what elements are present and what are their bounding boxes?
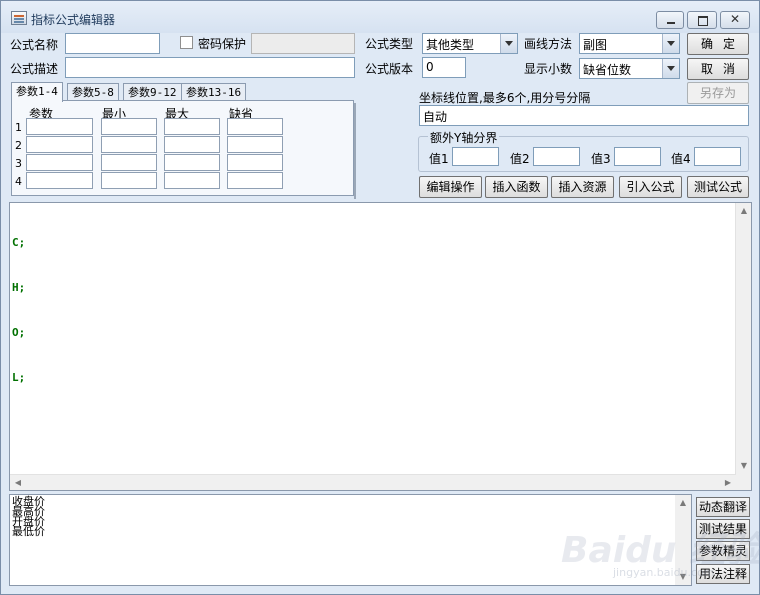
cancel-button-label: 取消 bbox=[700, 62, 745, 76]
edit-operation-button[interactable]: 编辑操作 bbox=[419, 176, 482, 198]
app-icon bbox=[11, 11, 27, 25]
chevron-down-icon[interactable] bbox=[500, 34, 517, 53]
draw-method-value: 副图 bbox=[583, 38, 608, 52]
maximize-button[interactable] bbox=[687, 11, 717, 29]
formula-version-label: 公式版本 bbox=[365, 62, 414, 76]
y-value-4-input[interactable] bbox=[694, 147, 741, 166]
axis-position-input[interactable]: 自动 bbox=[419, 105, 749, 126]
ok-button-label: 确定 bbox=[700, 37, 745, 51]
scroll-down-icon[interactable]: ▼ bbox=[675, 569, 691, 585]
formula-version-input[interactable]: 0 bbox=[422, 57, 466, 78]
decimal-select[interactable]: 缺省位数 bbox=[579, 58, 680, 79]
insert-function-button[interactable]: 插入函数 bbox=[485, 176, 548, 198]
scroll-left-icon[interactable]: ◀ bbox=[10, 475, 26, 491]
editor-horizontal-scrollbar[interactable]: ◀ ▶ bbox=[10, 474, 736, 490]
param-wizard-button[interactable]: 参数精灵 bbox=[696, 541, 750, 561]
scroll-down-icon[interactable]: ▼ bbox=[736, 458, 752, 474]
param-1-min-input[interactable] bbox=[101, 118, 157, 135]
param-4-name-input[interactable] bbox=[26, 172, 93, 189]
param-row-number: 2 bbox=[15, 139, 22, 152]
tab-params-13-16[interactable]: 参数13-16 bbox=[181, 83, 247, 101]
ok-button[interactable]: 确定 bbox=[687, 33, 749, 55]
code-line: C; bbox=[12, 236, 26, 249]
chevron-down-icon[interactable] bbox=[662, 34, 679, 53]
param-row-number: 1 bbox=[15, 121, 22, 134]
tab-params-5-8[interactable]: 参数5-8 bbox=[67, 83, 119, 101]
extra-y-axis-title: 额外Y轴分界 bbox=[428, 129, 500, 146]
formula-name-label: 公式名称 bbox=[10, 38, 59, 52]
param-4-min-input[interactable] bbox=[101, 172, 157, 189]
param-2-min-input[interactable] bbox=[101, 136, 157, 153]
formula-name-input[interactable] bbox=[65, 33, 160, 54]
y-value-1-input[interactable] bbox=[452, 147, 499, 166]
list-scrollbar[interactable]: ▲ ▼ bbox=[675, 495, 691, 585]
scroll-up-icon[interactable]: ▲ bbox=[736, 203, 752, 219]
param-3-name-input[interactable] bbox=[26, 154, 93, 171]
editor-vertical-scrollbar[interactable]: ▲ ▼ bbox=[735, 203, 751, 490]
param-row-number: 3 bbox=[15, 157, 22, 170]
save-as-button[interactable]: 另存为 bbox=[687, 82, 749, 104]
scroll-up-icon[interactable]: ▲ bbox=[675, 495, 691, 511]
draw-method-label: 画线方法 bbox=[524, 37, 573, 51]
minimize-button[interactable] bbox=[656, 11, 684, 29]
formula-desc-input[interactable] bbox=[65, 57, 355, 78]
translation-text: 收盘价 最高价 开盘价 最低价 bbox=[12, 496, 45, 538]
password-label: 密码保护 bbox=[198, 37, 247, 51]
password-input[interactable] bbox=[251, 33, 355, 54]
import-formula-button[interactable]: 引入公式 bbox=[619, 176, 682, 198]
chevron-down-icon[interactable] bbox=[662, 59, 679, 78]
close-button[interactable] bbox=[720, 11, 750, 29]
axis-position-label: 坐标线位置,最多6个,用分号分隔 bbox=[419, 91, 591, 105]
code-area[interactable]: C; H; O; L; bbox=[12, 205, 52, 415]
param-2-default-input[interactable] bbox=[227, 136, 283, 153]
formula-editor-window: 指标公式编辑器 公式名称 密码保护 公式类型 其他类型 画线方法 副图 确定 公… bbox=[0, 0, 760, 595]
window-title: 指标公式编辑器 bbox=[31, 13, 116, 27]
formula-type-value: 其他类型 bbox=[426, 38, 475, 52]
formula-type-select[interactable]: 其他类型 bbox=[422, 33, 518, 54]
param-row-number: 4 bbox=[15, 175, 22, 188]
translation-output-list[interactable]: 收盘价 最高价 开盘价 最低价 ▲ ▼ bbox=[9, 494, 692, 586]
param-2-max-input[interactable] bbox=[164, 136, 220, 153]
decimal-label: 显示小数 bbox=[524, 62, 573, 76]
cancel-button[interactable]: 取消 bbox=[687, 58, 749, 80]
scroll-right-icon[interactable]: ▶ bbox=[720, 475, 736, 491]
code-line: O; bbox=[12, 326, 26, 339]
insert-resource-button[interactable]: 插入资源 bbox=[551, 176, 614, 198]
y-value-1-label: 值1 bbox=[429, 152, 449, 166]
y-value-2-input[interactable] bbox=[533, 147, 580, 166]
usage-notes-button[interactable]: 用法注释 bbox=[696, 564, 750, 584]
param-1-default-input[interactable] bbox=[227, 118, 283, 135]
title-bar[interactable]: 指标公式编辑器 bbox=[1, 1, 759, 33]
password-checkbox[interactable] bbox=[180, 36, 193, 49]
list-item: 最低价 bbox=[12, 525, 45, 538]
param-3-min-input[interactable] bbox=[101, 154, 157, 171]
draw-method-select[interactable]: 副图 bbox=[579, 33, 680, 54]
formula-desc-label: 公式描述 bbox=[10, 62, 59, 76]
param-1-name-input[interactable] bbox=[26, 118, 93, 135]
tab-params-1-4[interactable]: 参数1-4 bbox=[11, 82, 63, 102]
y-value-3-label: 值3 bbox=[591, 152, 611, 166]
tab-params-9-12[interactable]: 参数9-12 bbox=[123, 83, 182, 101]
y-value-3-input[interactable] bbox=[614, 147, 661, 166]
decimal-value: 缺省位数 bbox=[583, 63, 632, 77]
param-2-name-input[interactable] bbox=[26, 136, 93, 153]
param-3-max-input[interactable] bbox=[164, 154, 220, 171]
dynamic-translate-button[interactable]: 动态翻译 bbox=[696, 497, 750, 517]
test-formula-button[interactable]: 测试公式 bbox=[687, 176, 749, 198]
param-1-max-input[interactable] bbox=[164, 118, 220, 135]
code-line: L; bbox=[12, 371, 26, 384]
param-4-max-input[interactable] bbox=[164, 172, 220, 189]
test-result-button[interactable]: 测试结果 bbox=[696, 519, 750, 539]
formula-code-editor[interactable]: C; H; O; L; ▲ ▼ ◀ ▶ bbox=[9, 202, 752, 491]
param-3-default-input[interactable] bbox=[227, 154, 283, 171]
param-4-default-input[interactable] bbox=[227, 172, 283, 189]
code-line: H; bbox=[12, 281, 26, 294]
y-value-2-label: 值2 bbox=[510, 152, 530, 166]
y-value-4-label: 值4 bbox=[671, 152, 691, 166]
formula-type-label: 公式类型 bbox=[365, 37, 414, 51]
